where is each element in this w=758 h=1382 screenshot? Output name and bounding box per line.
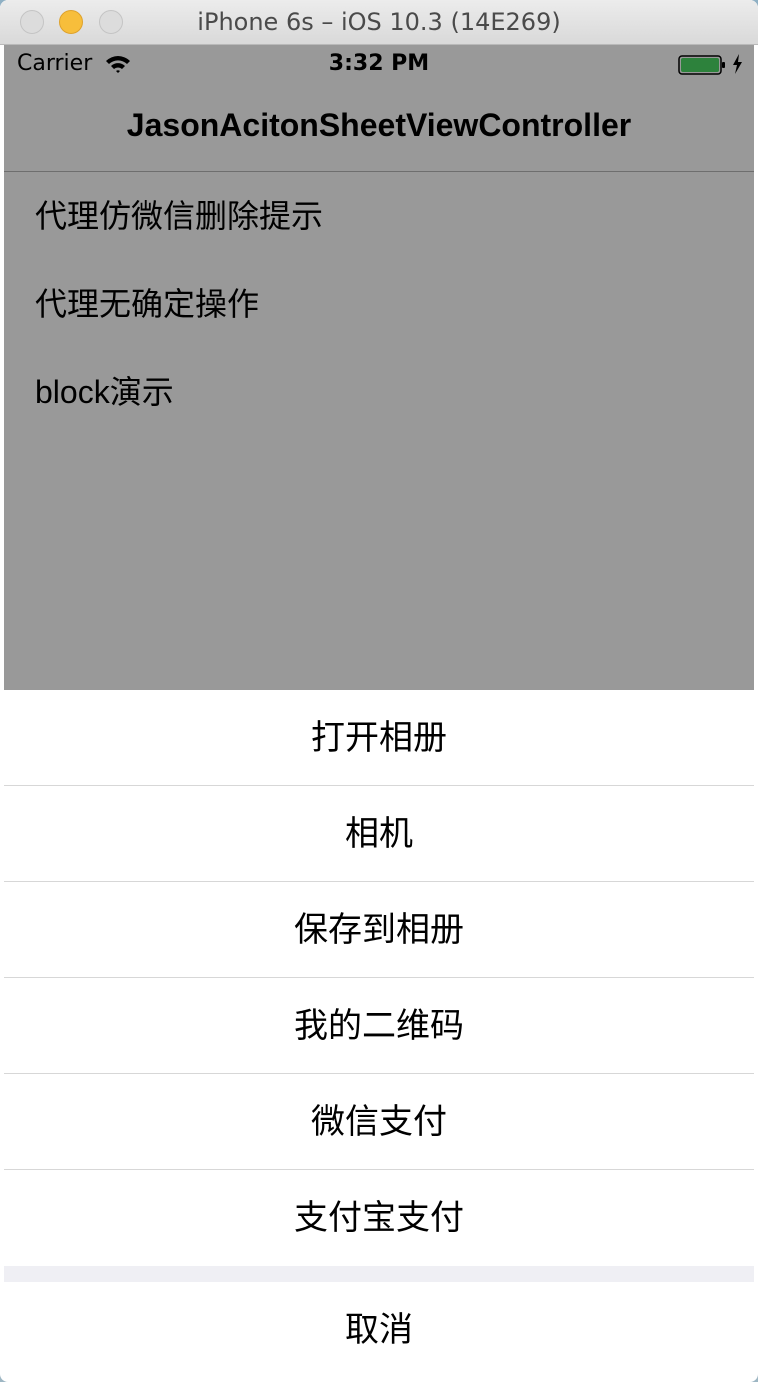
alipay-button[interactable]: 支付宝支付 [4, 1170, 754, 1266]
simulator-window: iPhone 6s – iOS 10.3 (14E269) Carrier 3:… [0, 0, 758, 1382]
wechat-pay-button[interactable]: 微信支付 [4, 1074, 754, 1170]
action-sheet: 打开相册 相机 保存到相册 我的二维码 微信支付 支付宝支付 取消 [4, 690, 754, 1378]
my-qr-code-button[interactable]: 我的二维码 [4, 978, 754, 1074]
window-titlebar: iPhone 6s – iOS 10.3 (14E269) [0, 0, 758, 45]
cancel-button[interactable]: 取消 [4, 1282, 754, 1378]
open-album-button[interactable]: 打开相册 [4, 690, 754, 786]
save-to-album-button[interactable]: 保存到相册 [4, 882, 754, 978]
camera-button[interactable]: 相机 [4, 786, 754, 882]
device-screen: Carrier 3:32 PM JasonAcitonSheetViewCont… [4, 45, 754, 1378]
window-title: iPhone 6s – iOS 10.3 (14E269) [197, 8, 561, 36]
